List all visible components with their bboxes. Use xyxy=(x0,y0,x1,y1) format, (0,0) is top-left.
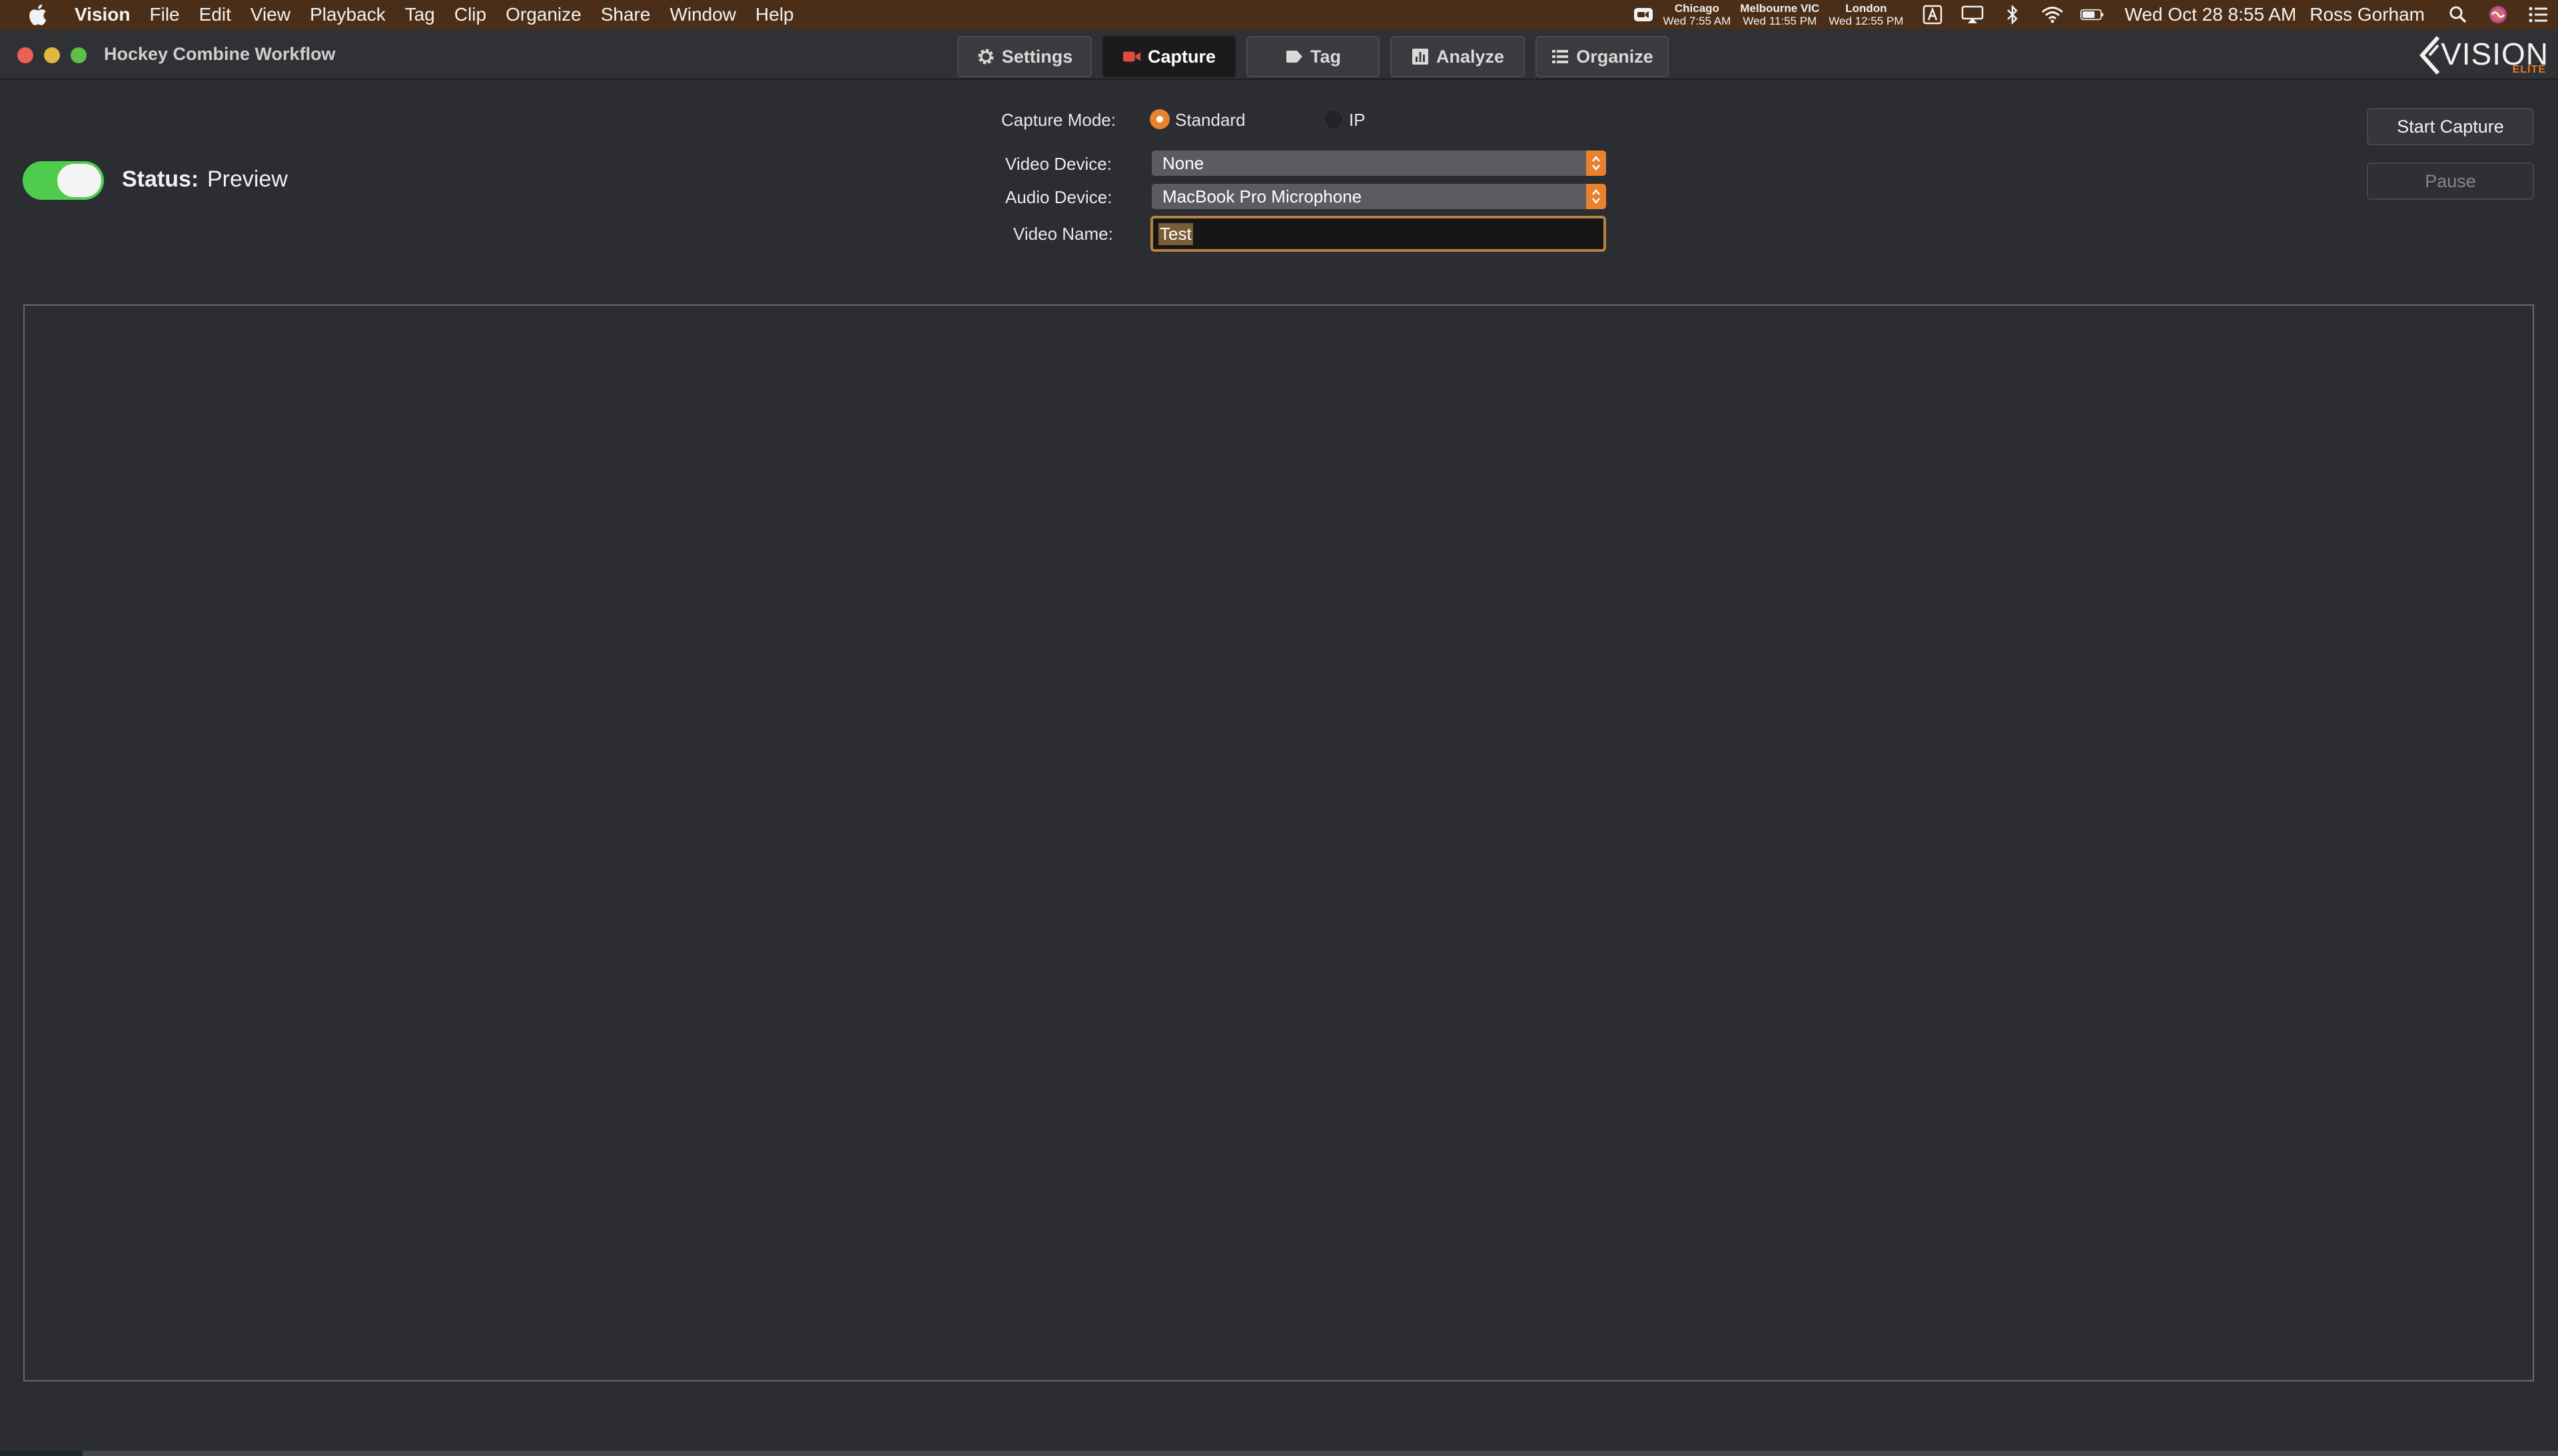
tab-label: Settings xyxy=(1001,46,1073,67)
capture-mode-standard-radio[interactable] xyxy=(1150,109,1170,129)
bottom-edge-strip xyxy=(0,1451,2558,1456)
menu-window[interactable]: Window xyxy=(669,0,736,29)
clock-chicago[interactable]: Chicago Wed 7:55 AM xyxy=(1663,2,1731,27)
chevron-up-down-icon xyxy=(1586,151,1606,176)
menu-organize[interactable]: Organize xyxy=(506,0,582,29)
audio-device-select[interactable]: MacBook Pro Microphone xyxy=(1152,184,1606,209)
clock-time: Wed 12:55 PM xyxy=(1829,15,1904,27)
apple-icon[interactable] xyxy=(25,3,49,27)
menubar-date-time[interactable]: Wed Oct 28 8:55 AM xyxy=(2124,4,2296,25)
tab-label: Capture xyxy=(1147,46,1216,67)
menu-extras: Chicago Wed 7:55 AM Melbourne VIC Wed 11… xyxy=(1623,0,2558,29)
video-device-select[interactable]: None xyxy=(1152,151,1606,176)
video-device-value: None xyxy=(1162,153,1204,173)
tab-label: Organize xyxy=(1576,46,1653,67)
video-name-value: Test xyxy=(1158,222,1193,245)
window-toolbar: Hockey Combine Workflow Settings Capture… xyxy=(0,29,2558,80)
spotlight-search-icon[interactable] xyxy=(2446,3,2470,27)
battery-icon[interactable] xyxy=(2080,3,2104,27)
tag-icon xyxy=(1285,47,1304,66)
clock-melbourne[interactable]: Melbourne VIC Wed 11:55 PM xyxy=(1740,2,1819,27)
airplay-icon[interactable] xyxy=(1960,3,1984,27)
capture-mode-ip-radio[interactable] xyxy=(1324,109,1344,129)
video-preview-area xyxy=(23,304,2534,1381)
siri-icon[interactable] xyxy=(2486,3,2510,27)
start-capture-button[interactable]: Start Capture xyxy=(2367,108,2534,145)
wifi-icon[interactable] xyxy=(2040,3,2064,27)
audio-device-value: MacBook Pro Microphone xyxy=(1162,186,1362,206)
window-zoom-button[interactable] xyxy=(71,47,87,63)
capture-mode-standard-label[interactable]: Standard xyxy=(1175,110,1246,131)
menu-clip[interactable]: Clip xyxy=(454,0,486,29)
preview-toggle[interactable] xyxy=(23,161,104,200)
chevron-up-down-icon xyxy=(1586,184,1606,209)
pause-button[interactable]: Pause xyxy=(2367,163,2534,200)
menu-tag[interactable]: Tag xyxy=(405,0,435,29)
clock-time: Wed 11:55 PM xyxy=(1743,15,1817,27)
capture-panel: Status: Preview Capture Mode: Standard I… xyxy=(0,81,2558,1456)
capture-mode-label: Capture Mode: xyxy=(1001,110,1116,130)
menu-edit[interactable]: Edit xyxy=(199,0,231,29)
tab-label: Analyze xyxy=(1436,46,1505,67)
clock-city: Melbourne VIC xyxy=(1740,2,1820,15)
text-input-icon[interactable] xyxy=(1920,3,1944,27)
toggle-knob xyxy=(57,164,101,197)
status-value: Preview xyxy=(207,167,288,192)
menu-file[interactable]: File xyxy=(150,0,180,29)
tab-capture[interactable]: Capture xyxy=(1102,36,1236,77)
zoom-video-icon[interactable] xyxy=(1631,3,1655,27)
window-close-button[interactable] xyxy=(17,47,33,63)
menubar-user-name[interactable]: Ross Gorham xyxy=(2310,4,2425,25)
window-title: Hockey Combine Workflow xyxy=(104,44,336,64)
notification-center-icon[interactable] xyxy=(2526,3,2550,27)
tab-organize[interactable]: Organize xyxy=(1535,36,1669,77)
menu-app-name[interactable]: Vision xyxy=(75,0,131,29)
chart-icon xyxy=(1411,47,1430,66)
bottom-edge-dark-segment xyxy=(0,1451,83,1456)
logo-edition: ELITE xyxy=(2512,64,2546,75)
video-name-label: Video Name: xyxy=(1013,224,1113,244)
tab-settings[interactable]: Settings xyxy=(957,36,1092,77)
capture-mode-ip-label[interactable]: IP xyxy=(1349,110,1366,131)
menu-help[interactable]: Help xyxy=(755,0,794,29)
vision-logo-mark-icon xyxy=(2419,36,2440,75)
video-camera-icon xyxy=(1122,47,1141,66)
video-device-label: Video Device: xyxy=(1005,154,1112,174)
status-label: Status: xyxy=(122,167,199,192)
clock-time: Wed 7:55 AM xyxy=(1663,15,1731,27)
menu-playback[interactable]: Playback xyxy=(310,0,386,29)
tab-label: Tag xyxy=(1310,46,1341,67)
gear-icon xyxy=(977,47,995,66)
video-name-input[interactable]: Test xyxy=(1150,216,1606,252)
bluetooth-icon[interactable] xyxy=(2000,3,2024,27)
list-icon xyxy=(1551,47,1569,66)
tab-analyze[interactable]: Analyze xyxy=(1390,36,1525,77)
audio-device-label: Audio Device: xyxy=(1005,187,1112,207)
menu-share[interactable]: Share xyxy=(601,0,651,29)
tab-tag[interactable]: Tag xyxy=(1246,36,1380,77)
clock-london[interactable]: London Wed 12:55 PM xyxy=(1829,2,1903,27)
menu-bar: Vision File Edit View Playback Tag Clip … xyxy=(0,0,2558,29)
vision-logo: VISION ELITE xyxy=(2418,35,2549,76)
window-minimize-button[interactable] xyxy=(44,47,60,63)
clock-city: Chicago xyxy=(1674,2,1719,15)
clock-city: London xyxy=(1845,2,1887,15)
main-nav-tabs: Settings Capture Tag Analyze Organize xyxy=(957,36,1669,77)
menu-view[interactable]: View xyxy=(250,0,290,29)
